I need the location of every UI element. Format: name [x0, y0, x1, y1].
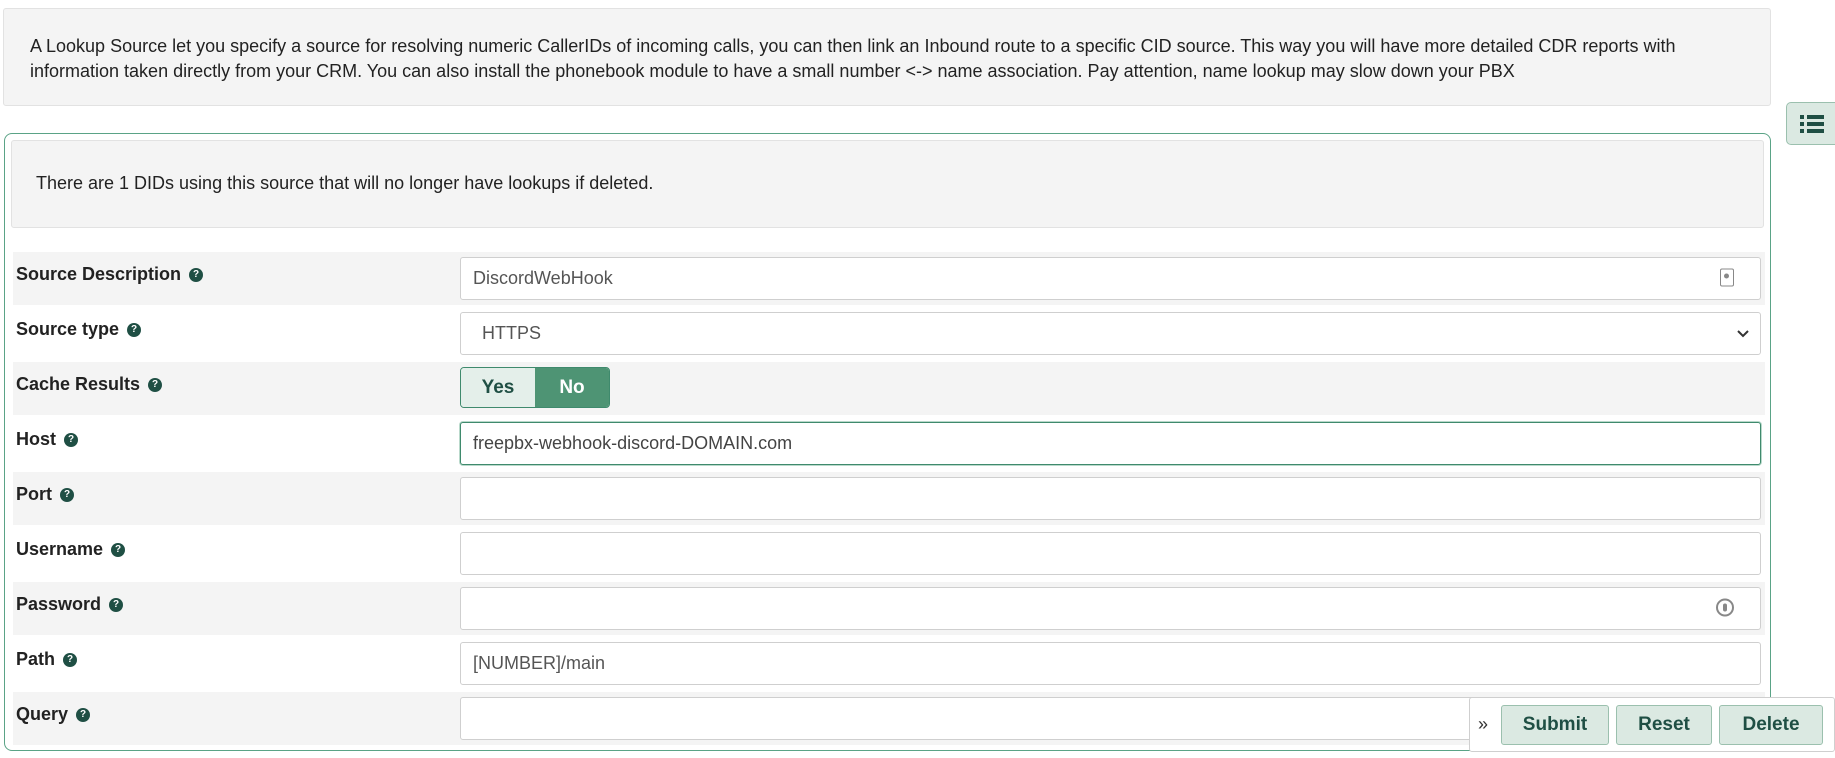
key-icon[interactable]	[1716, 598, 1734, 619]
help-icon[interactable]: ?	[111, 542, 126, 557]
password-label: Password	[16, 594, 102, 614]
lookup-source-form: There are 1 DIDs using this source that …	[4, 133, 1771, 751]
row-path: Path ? [NUMBER]/main	[13, 637, 1765, 690]
path-label: Path	[16, 649, 56, 669]
source-description-label: Source Description	[16, 264, 182, 284]
action-bar: » Submit Reset Delete	[1469, 697, 1835, 752]
host-input[interactable]: freepbx-webhook-discord-DOMAIN.com	[460, 422, 1761, 465]
source-description-input[interactable]: DiscordWebHook	[460, 257, 1761, 300]
host-label: Host	[16, 429, 56, 449]
cache-results-label: Cache Results	[16, 374, 141, 394]
row-password: Password ?	[13, 582, 1765, 635]
cache-results-yes-option[interactable]: Yes	[461, 368, 535, 407]
list-icon	[1800, 114, 1824, 133]
row-source-description: Source Description ? DiscordWebHook	[13, 252, 1765, 305]
path-value: [NUMBER]/main	[473, 653, 606, 673]
password-input[interactable]	[460, 587, 1761, 630]
help-icon[interactable]: ?	[189, 267, 204, 282]
port-input[interactable]	[460, 477, 1761, 520]
cache-results-no-option[interactable]: No	[535, 368, 609, 407]
row-username: Username ?	[13, 527, 1765, 580]
host-value: freepbx-webhook-discord-DOMAIN.com	[473, 433, 793, 453]
sidebar-toggle-button[interactable]	[1786, 102, 1835, 145]
help-icon[interactable]: ?	[127, 322, 142, 337]
delete-button[interactable]: Delete	[1719, 704, 1823, 745]
reset-button[interactable]: Reset	[1616, 704, 1712, 745]
row-source-type: Source type ? HTTPS	[13, 307, 1765, 360]
username-input[interactable]	[460, 532, 1761, 575]
source-type-select[interactable]: HTTPS	[460, 312, 1761, 355]
help-icon[interactable]: ?	[60, 487, 74, 502]
source-type-value: HTTPS	[482, 323, 542, 343]
port-label: Port	[16, 484, 52, 504]
help-icon[interactable]: ?	[64, 432, 78, 447]
help-icon[interactable]: ?	[63, 652, 78, 667]
double-chevron-right-icon[interactable]: »	[1478, 714, 1494, 735]
intro-description: A Lookup Source let you specify a source…	[3, 8, 1771, 106]
path-input[interactable]: [NUMBER]/main	[460, 642, 1761, 685]
source-type-label: Source type	[16, 319, 120, 339]
contact-card-icon	[1720, 268, 1734, 289]
help-icon[interactable]: ?	[109, 597, 124, 612]
row-cache-results: Cache Results ? Yes No	[13, 362, 1765, 415]
source-description-value: DiscordWebHook	[473, 268, 613, 288]
help-icon[interactable]: ?	[148, 377, 163, 392]
chevron-down-icon	[1736, 326, 1750, 342]
username-label: Username	[16, 539, 104, 559]
row-host: Host ? freepbx-webhook-discord-DOMAIN.co…	[13, 417, 1765, 470]
did-usage-warning: There are 1 DIDs using this source that …	[11, 140, 1764, 228]
submit-button[interactable]: Submit	[1501, 704, 1609, 745]
query-label: Query	[16, 704, 69, 724]
cache-results-toggle[interactable]: Yes No	[460, 367, 610, 408]
help-icon[interactable]: ?	[76, 707, 91, 722]
row-port: Port ?	[13, 472, 1765, 525]
